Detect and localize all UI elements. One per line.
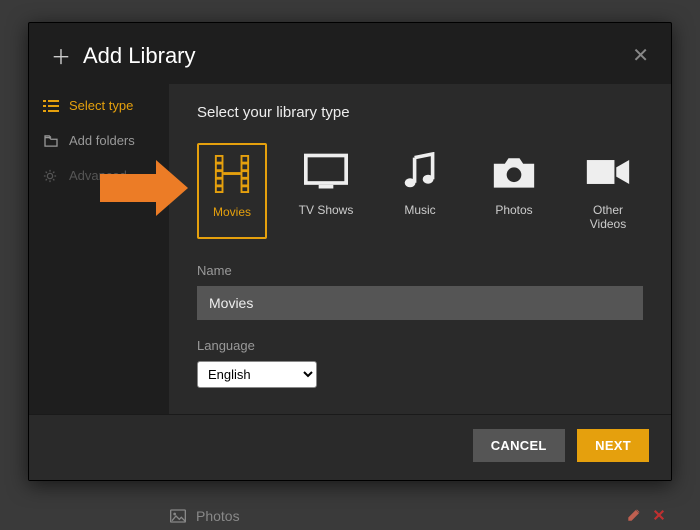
tile-label: Other Videos — [575, 203, 641, 231]
background-row-label: Photos — [196, 508, 240, 524]
modal-title: Add Library — [83, 43, 196, 69]
sidebar-item-label: Add folders — [69, 133, 135, 148]
sidebar-item-label: Select type — [69, 98, 133, 113]
sidebar: Select type Add folders Advanced — [29, 84, 169, 414]
close-button[interactable]: ✕ — [632, 43, 649, 68]
language-label: Language — [197, 338, 643, 353]
next-button[interactable]: NEXT — [577, 429, 649, 462]
name-input[interactable] — [197, 286, 643, 320]
add-library-modal: ＋ Add Library ✕ Select type Add folders — [28, 22, 672, 481]
camera-icon — [481, 149, 547, 195]
tv-icon — [293, 149, 359, 195]
background-library-row: Photos — [170, 502, 665, 530]
main-panel: Select your library type Movies TV Shows — [169, 84, 671, 414]
photo-icon — [170, 509, 186, 523]
tile-label: Movies — [201, 205, 263, 219]
list-icon — [43, 100, 59, 112]
tile-photos[interactable]: Photos — [479, 143, 549, 239]
main-heading: Select your library type — [197, 104, 643, 121]
tile-label: Photos — [481, 203, 547, 217]
video-camera-icon — [575, 149, 641, 195]
tile-label: Music — [387, 203, 453, 217]
tile-movies[interactable]: Movies — [197, 143, 267, 239]
tile-music[interactable]: Music — [385, 143, 455, 239]
cancel-button[interactable]: CANCEL — [473, 429, 565, 462]
sidebar-item-label: Advanced — [69, 168, 127, 183]
library-type-tiles: Movies TV Shows Music — [197, 143, 643, 239]
music-icon — [387, 149, 453, 195]
film-icon — [201, 151, 263, 197]
language-select[interactable]: English — [197, 361, 317, 388]
name-label: Name — [197, 263, 643, 278]
tile-label: TV Shows — [293, 203, 359, 217]
modal-body: Select type Add folders Advanced Select … — [29, 84, 671, 414]
tile-tv-shows[interactable]: TV Shows — [291, 143, 361, 239]
sidebar-item-select-type[interactable]: Select type — [29, 88, 169, 123]
close-icon[interactable] — [653, 508, 665, 524]
plus-icon: ＋ — [51, 41, 71, 70]
folder-icon — [43, 135, 59, 147]
modal-footer: CANCEL NEXT — [29, 414, 671, 480]
gear-icon — [43, 169, 59, 183]
tile-other-videos[interactable]: Other Videos — [573, 143, 643, 239]
pencil-icon[interactable] — [627, 508, 641, 525]
sidebar-item-add-folders[interactable]: Add folders — [29, 123, 169, 158]
modal-header: ＋ Add Library ✕ — [29, 23, 671, 84]
sidebar-item-advanced: Advanced — [29, 158, 169, 193]
